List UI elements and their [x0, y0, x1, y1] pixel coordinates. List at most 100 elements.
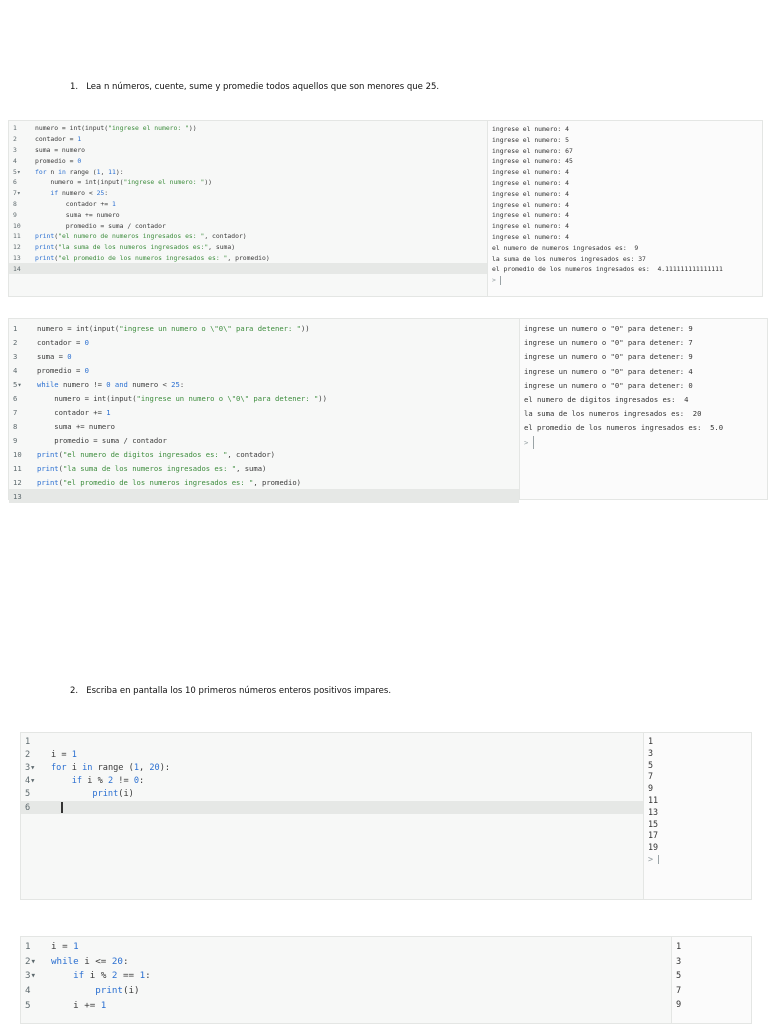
- console-line: ingrese el numero: 5: [492, 135, 569, 144]
- console-line: el numero de digitos ingresados es: 4: [524, 394, 689, 404]
- code-line[interactable]: 4 promedio = 0: [9, 155, 487, 166]
- code-line[interactable]: 13: [9, 489, 519, 503]
- code-line[interactable]: 1 i = 1: [21, 939, 671, 954]
- code-line[interactable]: 12 print("la suma de los numeros ingresad…: [9, 242, 487, 253]
- code-text: promedio = suma / contador: [37, 435, 167, 445]
- prompt-cursor: [532, 436, 534, 449]
- code-line[interactable]: 8 suma += numero: [9, 419, 519, 433]
- code-line[interactable]: 5▾ for n in range (1, 11):: [9, 166, 487, 177]
- code-line[interactable]: 5 print(i): [21, 788, 643, 801]
- code-text: numero = int(input("ingrese un numero o …: [37, 323, 310, 333]
- line-number: 1: [25, 940, 31, 952]
- code-line[interactable]: 1 numero = int(input("ingrese el numero: …: [9, 123, 487, 134]
- console-line: 7: [648, 771, 654, 782]
- code-editor-1[interactable]: 1 numero = int(input("ingrese el numero: …: [8, 120, 488, 297]
- console-line: ingrese el numero: 4: [492, 125, 569, 133]
- line-number: 8: [13, 199, 17, 208]
- code-line[interactable]: 5▾ while numero != 0 and numero < 25:: [9, 377, 519, 391]
- code-line[interactable]: 7▾ if numero < 25:: [9, 188, 487, 199]
- code-line[interactable]: 2 i = 1: [21, 748, 643, 761]
- code-text: print("el promedio de los numeros ingres…: [37, 477, 301, 487]
- line-number: 9: [13, 435, 18, 445]
- code-line[interactable]: 3▾ for i in range (1, 20):: [21, 761, 643, 774]
- line-number: 3▾: [25, 762, 36, 773]
- code-text: i += 1: [51, 1000, 107, 1012]
- code-editor-3[interactable]: 1 2 i = 1 3▾ for i in range (1, 20): 4▾ if i …: [20, 732, 644, 900]
- code-line[interactable]: 12 print("el promedio de los numeros ingr…: [9, 475, 519, 489]
- code-text: print(i): [92, 789, 134, 800]
- code-line[interactable]: 4 print(i): [21, 983, 671, 998]
- console-prompt[interactable]: >: [492, 275, 762, 286]
- line-number: 2▾: [25, 955, 37, 967]
- code-line[interactable]: 10 print("el numero de digitos ingresados…: [9, 447, 519, 461]
- console-line: ingrese el numero: 45: [492, 157, 573, 166]
- code-text: if numero < 25:: [50, 189, 109, 198]
- code-text: numero = int(input("ingrese el numero: "…: [35, 124, 197, 133]
- console-output-2[interactable]: ingrese un numero o "0" para detener: 9 i…: [520, 318, 768, 500]
- code-line[interactable]: 9 suma += numero: [9, 209, 487, 220]
- line-number: 5: [25, 1000, 31, 1012]
- console-output-4[interactable]: 1 3 5 7 9: [672, 936, 752, 1024]
- code-line[interactable]: 3 suma = 0: [9, 349, 519, 363]
- code-line[interactable]: 14: [9, 263, 487, 275]
- code-line[interactable]: 6: [21, 800, 643, 815]
- code-line[interactable]: 3 suma = numero: [9, 145, 487, 156]
- console-line: 3: [676, 956, 682, 967]
- code-line[interactable]: 11 print("el numero de numeros ingresados…: [9, 231, 487, 242]
- code-editor-4[interactable]: 1i = 1 2▾ while i <= 20: 3▾ if i % 2 == 1: 4…: [20, 936, 672, 1024]
- line-number: 11: [13, 232, 21, 241]
- code-line[interactable]: 11 print("la suma de los numeros ingresad…: [9, 461, 519, 475]
- code-text: print("la suma de los numeros ingresados…: [35, 243, 236, 252]
- code-text: for i in range (1, 20):: [51, 762, 171, 773]
- code-line[interactable]: 4 promedio = 0: [9, 363, 519, 377]
- line-number: 3: [13, 351, 18, 361]
- code-text: promedio = 0: [37, 365, 89, 375]
- code-block-2: 1 numero = int(input("ingrese un numero o…: [8, 318, 768, 503]
- console-line: la suma de los numeros ingresados es: 20: [524, 409, 702, 419]
- console-line: ingrese un numero o "0" para detener: 9: [524, 352, 693, 362]
- code-line[interactable]: 6 numero = int(input("ingrese el numero:…: [9, 177, 487, 188]
- console-line: 11: [648, 794, 659, 805]
- console-line: 3: [648, 747, 654, 758]
- code-line[interactable]: 10 promedio = suma / contador: [9, 220, 487, 231]
- code-text: promedio = suma / contador: [35, 221, 166, 230]
- console-line: 1: [676, 942, 682, 952]
- console-output-3[interactable]: 1 3 5 7 9 11 13 15 17 19 >: [644, 732, 752, 900]
- text-cursor: [61, 801, 63, 814]
- line-number: 10: [13, 449, 22, 459]
- console-line: ingrese el numero: 67: [492, 146, 573, 155]
- code-line[interactable]: 1: [21, 735, 643, 748]
- code-line[interactable]: 2 contador = 1: [9, 134, 487, 145]
- code-line[interactable]: 6 numero = int(input("ingrese un numero …: [9, 391, 519, 405]
- code-text: for n in range (1, 11):: [35, 167, 124, 176]
- code-line[interactable]: 9 promedio = suma / contador: [9, 433, 519, 447]
- console-line: ingrese un numero o "0" para detener: 7: [524, 338, 693, 348]
- console-line: el promedio de los numeros ingresados es…: [524, 423, 724, 433]
- code-line[interactable]: 1 numero = int(input("ingrese un numero o…: [9, 321, 519, 335]
- line-number: 11: [13, 463, 22, 473]
- console-prompt[interactable]: >: [524, 436, 767, 450]
- line-number: 5▾: [13, 167, 21, 176]
- code-text: print(i): [95, 985, 140, 997]
- line-number: 2: [13, 337, 18, 347]
- code-text: contador = 1: [35, 135, 82, 144]
- code-text: print("la suma de los numeros ingresados…: [37, 463, 267, 473]
- code-line[interactable]: 7 contador += 1: [9, 405, 519, 419]
- code-line[interactable]: 2 contador = 0: [9, 335, 519, 349]
- code-text: while numero != 0 and numero < 25:: [37, 379, 185, 389]
- code-text: promedio = 0: [35, 156, 82, 165]
- code-line[interactable]: 3▾ if i % 2 == 1:: [21, 969, 671, 984]
- code-editor-2[interactable]: 1 numero = int(input("ingrese un numero o…: [8, 318, 520, 503]
- prompt-cursor: [658, 854, 660, 865]
- console-prompt[interactable]: >: [648, 854, 751, 866]
- console-line: ingrese el numero: 4: [492, 200, 569, 209]
- code-line[interactable]: 13 print("el promedio de los numeros ingr…: [9, 253, 487, 264]
- code-text: suma += numero: [35, 210, 120, 219]
- console-output-1[interactable]: ingrese el numero: 4 ingrese el numero: 5…: [488, 120, 763, 297]
- code-line[interactable]: 2▾ while i <= 20:: [21, 954, 671, 969]
- code-line[interactable]: 5 i += 1: [21, 998, 671, 1013]
- code-line[interactable]: 4▾ if i % 2 != 0:: [21, 775, 643, 788]
- code-line[interactable]: 8 contador += 1: [9, 199, 487, 210]
- console-line: 5: [648, 759, 654, 770]
- code-block-3: 1 2 i = 1 3▾ for i in range (1, 20): 4▾ if i …: [20, 732, 752, 900]
